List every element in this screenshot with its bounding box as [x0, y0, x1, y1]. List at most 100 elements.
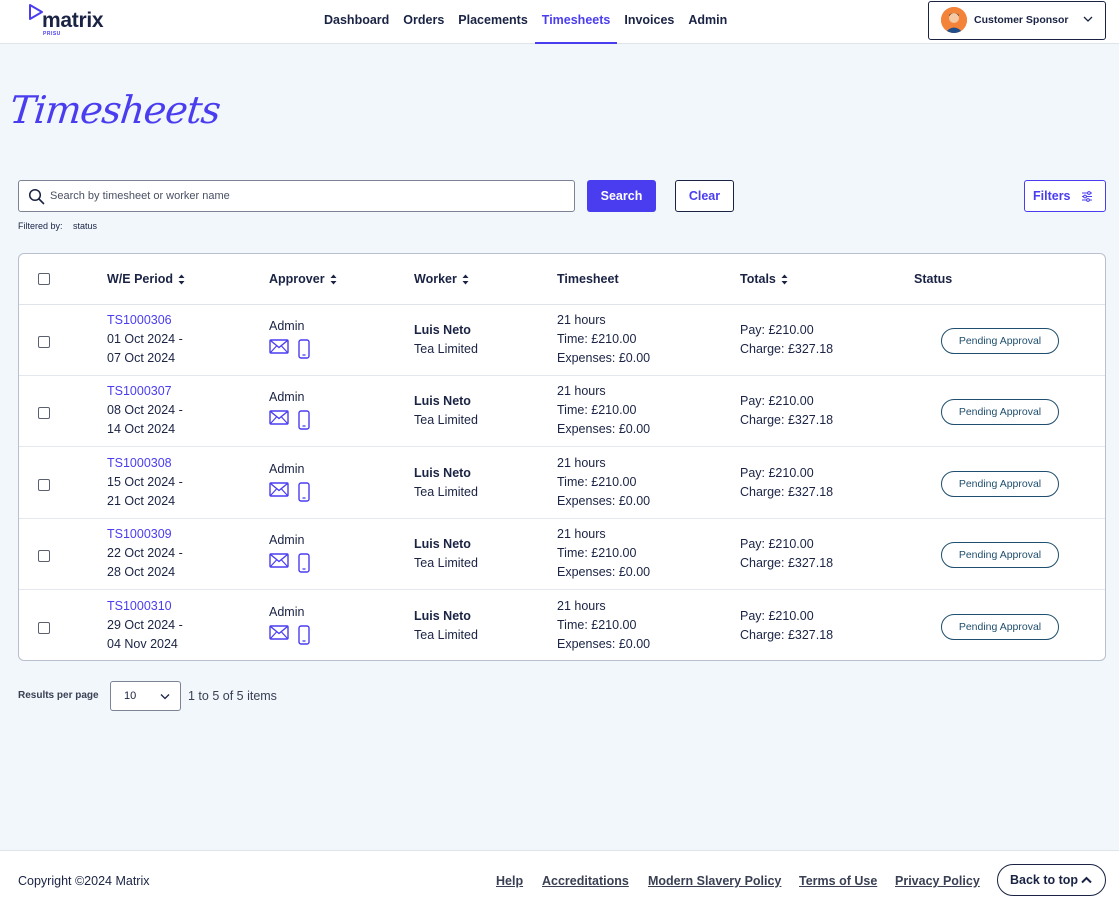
timesheet-hours: 21 hours: [557, 598, 606, 613]
we-period-cell: TS1000309 22 Oct 2024 - 28 Oct 2024: [107, 525, 183, 582]
footer-link-help[interactable]: Help: [496, 874, 523, 888]
pagination-summary: 1 to 5 of 5 items: [188, 689, 277, 703]
worker-company: Tea Limited: [414, 413, 478, 428]
column-we-period[interactable]: W/E Period: [107, 272, 185, 286]
approver-name: Admin: [269, 390, 305, 405]
timesheet-id-link[interactable]: TS1000307: [107, 382, 183, 401]
nav-timesheets[interactable]: Timesheets: [534, 0, 618, 44]
we-period-cell: TS1000307 08 Oct 2024 - 14 Oct 2024: [107, 382, 183, 439]
filtered-by-label: Filtered by:: [18, 221, 63, 231]
clear-button[interactable]: Clear: [675, 180, 734, 212]
search-icon: [28, 188, 45, 205]
row-checkbox[interactable]: [38, 621, 50, 634]
mobile-phone-icon[interactable]: [298, 553, 310, 573]
row-checkbox[interactable]: [38, 407, 50, 420]
timesheet-expenses: Expenses: £0.00: [557, 493, 651, 508]
status-badge: Pending Approval: [941, 399, 1059, 426]
sort-icon: [330, 274, 337, 284]
approver-cell: Admin: [269, 603, 310, 645]
back-to-top-button[interactable]: Back to top: [997, 864, 1106, 896]
period-end: 21 Oct 2024: [107, 493, 176, 508]
email-icon[interactable]: [269, 339, 289, 354]
mobile-phone-icon[interactable]: [298, 624, 310, 645]
totals-charge: Charge: £327.18: [740, 556, 834, 571]
timesheet-hours: 21 hours: [557, 527, 606, 542]
we-period-cell: TS1000308 15 Oct 2024 - 21 Oct 2024: [107, 454, 183, 511]
footer-link-modern-slavery-policy[interactable]: Modern Slavery Policy: [648, 874, 781, 888]
timesheet-hours: 21 hours: [557, 455, 606, 470]
status-badge: Pending Approval: [941, 328, 1059, 354]
worker-cell: Luis Neto Tea Limited: [414, 607, 478, 645]
worker-name: Luis Neto: [414, 323, 471, 337]
column-totals[interactable]: Totals: [740, 272, 788, 286]
timesheet-time: Time: £210.00: [557, 332, 637, 346]
approver-name: Admin: [269, 604, 305, 619]
approver-contact-icons: [269, 482, 310, 502]
back-to-top-label: Back to top: [1010, 873, 1079, 887]
search-button[interactable]: Search: [587, 180, 656, 212]
totals-charge: Charge: £327.18: [740, 484, 834, 499]
select-all-checkbox[interactable]: [38, 273, 50, 285]
row-checkbox[interactable]: [38, 336, 50, 348]
approver-cell: Admin: [269, 317, 310, 359]
nav-dashboard[interactable]: Dashboard: [317, 0, 396, 44]
timesheet-cell: 21 hours Time: £210.00 Expenses: £0.00: [557, 382, 650, 439]
matrix-logo[interactable]: matrix PRISU: [28, 3, 118, 39]
nav-invoices[interactable]: Invoices: [617, 0, 681, 44]
page-title: Timesheets: [7, 88, 223, 132]
period-start: 08 Oct 2024 -: [107, 403, 183, 418]
approver-contact-icons: [269, 410, 310, 431]
results-per-page-label: Results per page: [18, 690, 99, 701]
chevron-down-icon: [160, 694, 170, 700]
footer-link-accreditations[interactable]: Accreditations: [542, 874, 629, 888]
column-label: Approver: [269, 272, 325, 286]
sort-icon: [178, 274, 185, 284]
mobile-phone-icon[interactable]: [298, 339, 310, 359]
top-navigation-bar: matrix PRISU Dashboard Orders Placements…: [0, 0, 1119, 44]
row-checkbox[interactable]: [38, 478, 50, 491]
column-label: Worker: [414, 272, 457, 286]
footer-link-terms-of-use[interactable]: Terms of Use: [799, 874, 877, 888]
worker-company: Tea Limited: [414, 342, 478, 356]
timesheet-id-link[interactable]: TS1000308: [107, 454, 183, 473]
email-icon[interactable]: [269, 553, 289, 568]
timesheets-table: W/E Period Approver Worker Timesheet Tot…: [18, 253, 1106, 661]
nav-orders[interactable]: Orders: [396, 0, 451, 44]
status-badge: Pending Approval: [941, 613, 1059, 640]
table-row: TS1000308 15 Oct 2024 - 21 Oct 2024 Admi…: [19, 448, 1105, 519]
column-worker[interactable]: Worker: [414, 272, 469, 286]
nav-admin[interactable]: Admin: [681, 0, 734, 44]
filters-button[interactable]: Filters: [1024, 180, 1106, 212]
row-checkbox[interactable]: [38, 550, 50, 563]
user-menu-dropdown[interactable]: Customer Sponsor: [928, 1, 1106, 40]
totals-pay: Pay: £210.00: [740, 465, 814, 480]
timesheet-id-link[interactable]: TS1000306: [107, 311, 183, 330]
search-input[interactable]: [50, 181, 570, 211]
footer-link-privacy-policy[interactable]: Privacy Policy: [895, 874, 980, 888]
approver-contact-icons: [269, 553, 310, 573]
timesheet-id-link[interactable]: TS1000309: [107, 525, 183, 544]
timesheet-expenses: Expenses: £0.00: [557, 422, 651, 437]
email-icon[interactable]: [269, 624, 289, 640]
mobile-phone-icon[interactable]: [298, 482, 310, 502]
period-end: 07 Oct 2024: [107, 351, 176, 365]
email-icon[interactable]: [269, 482, 289, 497]
column-label: W/E Period: [107, 272, 173, 286]
sliders-icon: [1082, 191, 1092, 202]
totals-pay: Pay: £210.00: [740, 323, 814, 337]
timesheet-id-link[interactable]: TS1000310: [107, 597, 183, 616]
mobile-phone-icon[interactable]: [298, 410, 310, 431]
worker-cell: Luis Neto Tea Limited: [414, 321, 478, 359]
totals-cell: Pay: £210.00 Charge: £327.18: [740, 321, 833, 359]
results-per-page-select[interactable]: 10: [110, 681, 181, 711]
column-timesheet: Timesheet: [557, 272, 619, 286]
worker-name: Luis Neto: [414, 608, 471, 623]
nav-placements[interactable]: Placements: [451, 0, 534, 44]
column-approver[interactable]: Approver: [269, 272, 337, 286]
email-icon[interactable]: [269, 410, 289, 426]
timesheet-cell: 21 hours Time: £210.00 Expenses: £0.00: [557, 311, 650, 368]
footer: Copyright ©2024 Matrix Help Accreditatio…: [0, 850, 1119, 905]
period-start: 29 Oct 2024 -: [107, 617, 183, 632]
user-name: Customer Sponsor: [974, 14, 1069, 26]
totals-pay: Pay: £210.00: [740, 537, 814, 552]
